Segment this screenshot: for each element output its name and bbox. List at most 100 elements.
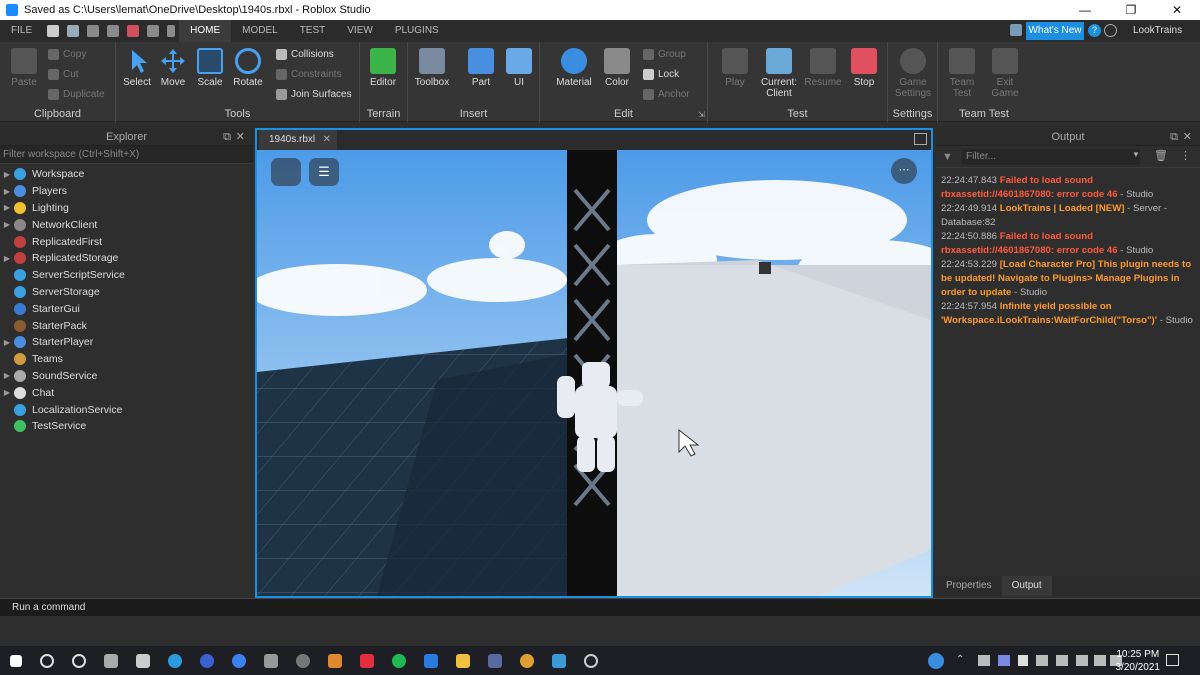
game-viewport[interactable]: 1940s.rbxl ✕ ☰ ⋯ [255, 128, 933, 598]
expand-arrow-icon[interactable]: ▶ [0, 220, 14, 229]
explorer-close-icon[interactable]: ✕ [236, 128, 245, 146]
scale-button[interactable]: Scale [189, 48, 231, 88]
file-explorer-icon[interactable] [456, 653, 470, 668]
binoculars-icon[interactable] [67, 25, 80, 37]
task-view-icon[interactable] [104, 653, 118, 668]
output-filter-input[interactable]: Filter... [962, 149, 1140, 165]
app-icon-3[interactable] [232, 653, 246, 668]
close-button[interactable]: ✕ [1154, 0, 1200, 20]
filter-funnel-icon[interactable]: ▼ [942, 151, 953, 163]
redo-icon[interactable] [107, 25, 120, 37]
tab-view[interactable]: VIEW [336, 20, 384, 42]
app-icon-2[interactable] [200, 653, 214, 668]
ui-button[interactable]: UI [498, 48, 540, 88]
whats-new-button[interactable]: What's New [1026, 22, 1084, 40]
share-icon[interactable] [1010, 24, 1022, 36]
expand-arrow-icon[interactable]: ▶ [0, 388, 14, 397]
explorer-item[interactable]: ▶ Players [0, 183, 253, 200]
explorer-item[interactable]: ServerScriptService [0, 267, 253, 284]
play-button[interactable]: Play [714, 48, 756, 88]
help-icon[interactable]: ? [1088, 24, 1101, 37]
tab-model[interactable]: MODEL [231, 20, 289, 42]
more-options-icon[interactable]: ⋯ [891, 158, 917, 184]
maximize-button[interactable]: ❐ [1108, 0, 1154, 20]
resume-button[interactable]: Resume [802, 48, 844, 88]
windows-start-icon[interactable] [10, 654, 22, 667]
tab-test[interactable]: TEST [289, 20, 337, 42]
tab-plugins[interactable]: PLUGINS [384, 20, 450, 42]
output-menu-icon[interactable]: ⋮ [1180, 149, 1191, 162]
cortana-icon[interactable] [72, 653, 86, 668]
join-surfaces-toggle[interactable]: Join Surfaces [276, 89, 352, 100]
terrain-editor-button[interactable]: Editor [362, 48, 404, 88]
current-client-button[interactable]: Current: Client [758, 48, 800, 99]
app-icon-8[interactable] [488, 653, 502, 668]
expand-arrow-icon[interactable]: ▶ [0, 203, 14, 212]
undo-icon[interactable] [87, 25, 100, 37]
collisions-toggle[interactable]: Collisions [276, 49, 334, 60]
tab-output[interactable]: Output [1001, 576, 1052, 596]
dropbox-icon[interactable] [1076, 655, 1088, 666]
spotify-icon[interactable] [392, 653, 406, 668]
toolbox-button[interactable]: Toolbox [411, 48, 453, 88]
3d-scene[interactable] [257, 150, 931, 596]
filter-dropdown-icon[interactable]: ▼ [1132, 150, 1140, 159]
explorer-item[interactable]: ServerStorage [0, 284, 253, 301]
expand-arrow-icon[interactable]: ▶ [0, 254, 14, 263]
explorer-filter-input[interactable]: Filter workspace (Ctrl+Shift+X) [0, 146, 253, 164]
account-icon[interactable] [1104, 24, 1117, 37]
edge-icon[interactable] [168, 653, 182, 668]
command-bar-input[interactable]: Run a command [0, 598, 1200, 616]
chrome-icon[interactable] [520, 653, 534, 668]
output-undock-icon[interactable]: ⧉ [1170, 128, 1178, 146]
undock-icon[interactable]: ⧉ [223, 128, 231, 146]
system-clock[interactable]: 10:25 PM 3/20/2021 [1116, 646, 1161, 675]
arrow-icon[interactable] [147, 25, 160, 37]
app-icon-9[interactable] [584, 653, 598, 668]
app-icon-4[interactable] [264, 653, 278, 668]
new-file-icon[interactable] [47, 25, 60, 37]
explorer-item[interactable]: ▶ Chat [0, 384, 253, 401]
vscode-icon[interactable] [424, 653, 438, 668]
explorer-item[interactable]: StarterPack [0, 317, 253, 334]
minimize-button[interactable]: — [1062, 0, 1108, 20]
group-button[interactable]: Group [643, 49, 686, 60]
stop-record-icon[interactable] [127, 25, 140, 37]
discord-icon[interactable] [998, 655, 1010, 666]
anchor-button[interactable]: Anchor [643, 89, 690, 100]
app-icon-5[interactable] [296, 653, 310, 668]
expand-arrow-icon[interactable]: ▶ [0, 371, 14, 380]
app-icon-6[interactable] [328, 653, 342, 668]
roblox-menu-icon[interactable] [271, 158, 301, 186]
copy-button[interactable]: Copy [48, 49, 86, 60]
notifications-icon[interactable] [1166, 654, 1179, 666]
toggle-view-icon[interactable] [914, 133, 927, 145]
part-button[interactable]: Part [460, 48, 502, 88]
exit-game-button[interactable]: Exit Game [984, 48, 1026, 99]
user-menu[interactable]: LookTrains [1133, 20, 1182, 42]
chat-icon[interactable]: ☰ [309, 158, 339, 186]
explorer-item[interactable]: ReplicatedFirst [0, 233, 253, 250]
lock-button[interactable]: Lock [643, 69, 679, 80]
rotate-button[interactable]: Rotate [227, 48, 269, 88]
color-button[interactable]: Color [596, 48, 638, 88]
explorer-item[interactable]: LocalizationService [0, 401, 253, 418]
search-icon[interactable] [40, 653, 54, 668]
team-test-button[interactable]: Team Test [941, 48, 983, 99]
material-button[interactable]: Material [553, 48, 595, 88]
explorer-item[interactable]: ▶ NetworkClient [0, 216, 253, 233]
explorer-item[interactable]: ▶ SoundService [0, 368, 253, 385]
help-tray-icon[interactable] [928, 653, 944, 669]
explorer-item[interactable]: ▶ Lighting [0, 200, 253, 217]
expand-arrow-icon[interactable]: ▶ [0, 170, 14, 179]
explorer-item[interactable]: StarterGui [0, 300, 253, 317]
network-icon[interactable] [1094, 655, 1106, 666]
paste-button[interactable]: Paste [3, 48, 45, 88]
expand-arrow-icon[interactable]: ▶ [0, 187, 14, 196]
trash-icon[interactable]: 🗑 [1154, 149, 1168, 162]
explorer-item[interactable]: TestService [0, 418, 253, 435]
explorer-item[interactable]: ▶ ReplicatedStorage [0, 250, 253, 267]
tray-icon-1[interactable] [978, 655, 990, 666]
document-tab[interactable]: 1940s.rbxl ✕ [259, 130, 337, 150]
roblox-studio-taskbar-icon[interactable] [552, 653, 566, 668]
